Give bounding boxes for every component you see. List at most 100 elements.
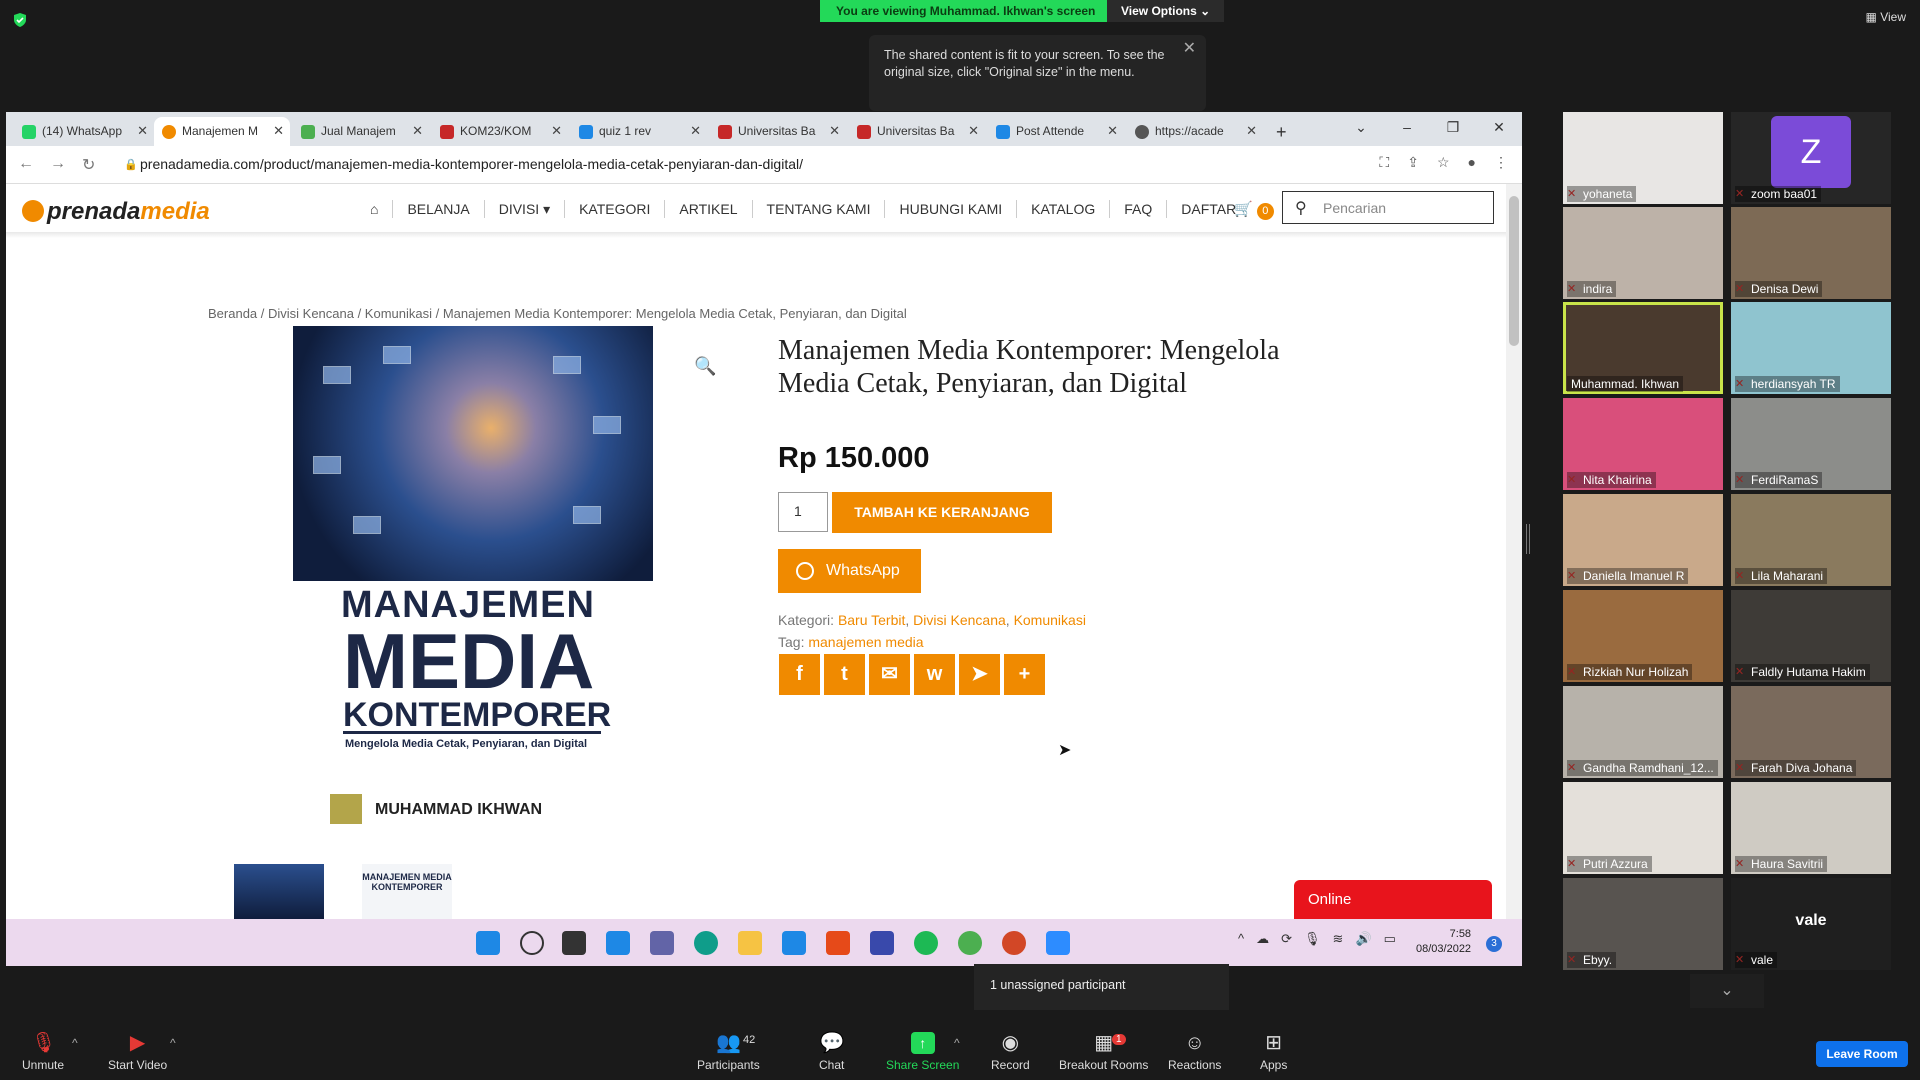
- kategori-link[interactable]: Divisi Kencana: [913, 612, 1006, 628]
- start-video-button[interactable]: ▶ Start Video: [108, 1032, 167, 1072]
- participant-tile[interactable]: Z ✕ zoom baa01: [1731, 112, 1891, 204]
- search-input[interactable]: ⚲ Pencarian: [1282, 191, 1494, 224]
- close-icon[interactable]: ✕: [1183, 40, 1196, 57]
- close-icon[interactable]: ✕: [690, 123, 701, 139]
- twitter-share-icon[interactable]: t: [824, 654, 865, 695]
- view-options-button[interactable]: View Options ⌄: [1107, 0, 1225, 22]
- nav-tentang-kami[interactable]: TENTANG KAMI: [753, 200, 886, 218]
- more-share-icon[interactable]: +: [1004, 654, 1045, 695]
- new-tab-button[interactable]: +: [1268, 115, 1298, 144]
- chrome-icon[interactable]: [958, 931, 982, 955]
- bookmark-star-icon[interactable]: ☆: [1437, 154, 1450, 171]
- quantity-field[interactable]: 1: [778, 492, 828, 532]
- participant-tile[interactable]: ✕ Daniella Imanuel R: [1563, 494, 1723, 586]
- record-button[interactable]: ◉ Record: [991, 1032, 1030, 1072]
- breakout-rooms-button[interactable]: ▦ Breakout Rooms: [1059, 1032, 1148, 1072]
- prenadamedia-logo[interactable]: prenadamedia: [22, 198, 210, 226]
- reactions-button[interactable]: ☺ Reactions: [1168, 1032, 1221, 1072]
- battery-icon[interactable]: ▭: [1384, 931, 1396, 947]
- url-field[interactable]: 🔒 prenadamedia.com/product/manajemen-medi…: [116, 152, 1346, 178]
- book-cover-image[interactable]: MANAJEMEN MEDIA KONTEMPORER Mengelola Me…: [293, 326, 653, 846]
- add-to-cart-button[interactable]: TAMBAH KE KERANJANG: [832, 492, 1052, 533]
- gallery-thumbnail[interactable]: [234, 864, 324, 919]
- whatsapp-button[interactable]: WhatsApp: [778, 549, 921, 593]
- minimize-icon[interactable]: –: [1384, 112, 1430, 146]
- teams-chat-icon[interactable]: [650, 931, 674, 955]
- nav-divisi[interactable]: DIVISI ▾: [485, 200, 566, 218]
- restore-icon[interactable]: ❐: [1430, 112, 1476, 146]
- tab-search-icon[interactable]: ⌄: [1338, 112, 1384, 146]
- telegram-share-icon[interactable]: ➤: [959, 654, 1000, 695]
- wifi-icon[interactable]: ≋: [1333, 931, 1344, 947]
- volume-icon[interactable]: 🔊: [1355, 931, 1371, 947]
- menu-dots-icon[interactable]: ⋮: [1494, 154, 1508, 171]
- magnifier-icon[interactable]: 🔍: [694, 356, 716, 377]
- visual-studio-icon[interactable]: [870, 931, 894, 955]
- close-window-icon[interactable]: ✕: [1476, 112, 1522, 146]
- nav-katalog[interactable]: KATALOG: [1017, 200, 1111, 218]
- page-scrollbar[interactable]: [1506, 184, 1522, 919]
- sync-icon[interactable]: ⟳: [1281, 931, 1292, 947]
- participant-tile[interactable]: ✕ Gandha Ramdhani_12...: [1563, 686, 1723, 778]
- close-icon[interactable]: ✕: [412, 123, 423, 139]
- file-explorer-icon[interactable]: [738, 931, 762, 955]
- search-icon[interactable]: [520, 931, 544, 955]
- close-icon[interactable]: ✕: [273, 123, 284, 139]
- chevron-up-icon[interactable]: ^: [954, 1036, 960, 1050]
- gallery-thumbnail[interactable]: MANAJEMEN MEDIA KONTEMPORER: [362, 864, 452, 919]
- taskbar-clock[interactable]: 7:58 08/03/2022: [1416, 927, 1471, 957]
- browser-tab[interactable]: KOM23/KOM ✕: [432, 117, 568, 146]
- share-screen-button[interactable]: ↑ Share Screen: [886, 1032, 959, 1072]
- whatsapp-share-icon[interactable]: w: [914, 654, 955, 695]
- close-icon[interactable]: ✕: [1246, 123, 1257, 139]
- chevron-up-icon[interactable]: ^: [170, 1036, 176, 1050]
- online-chat-button[interactable]: Online: [1294, 880, 1492, 919]
- home-icon[interactable]: ⌂: [356, 200, 394, 218]
- participant-tile[interactable]: ✕ Putri Azzura: [1563, 782, 1723, 874]
- chevron-up-icon[interactable]: ^: [1238, 931, 1244, 947]
- share-icon[interactable]: ⇪: [1407, 154, 1419, 171]
- view-button[interactable]: ▦ View: [1866, 10, 1906, 24]
- profile-avatar-icon[interactable]: ●: [1468, 154, 1476, 171]
- close-icon[interactable]: ✕: [1107, 123, 1118, 139]
- notification-badge[interactable]: 3: [1486, 936, 1502, 952]
- browser-tab[interactable]: https://acade ✕: [1127, 117, 1263, 146]
- close-icon[interactable]: ✕: [968, 123, 979, 139]
- browser-tab[interactable]: (14) WhatsApp ✕: [14, 117, 154, 146]
- reload-icon[interactable]: ↻: [82, 155, 95, 175]
- close-icon[interactable]: ✕: [551, 123, 562, 139]
- participant-tile[interactable]: ✕ Ebyy.: [1563, 878, 1723, 970]
- participant-tile[interactable]: vale ✕ vale: [1731, 878, 1891, 970]
- participant-tile[interactable]: ✕ Faldly Hutama Hakim: [1731, 590, 1891, 682]
- chevron-up-icon[interactable]: ^: [72, 1036, 78, 1050]
- zoom-icon[interactable]: [1046, 931, 1070, 955]
- browser-tab[interactable]: Universitas Ba ✕: [710, 117, 846, 146]
- microphone-icon[interactable]: 🎙: [1304, 931, 1321, 947]
- facebook-share-icon[interactable]: f: [779, 654, 820, 695]
- office-icon[interactable]: [826, 931, 850, 955]
- participant-tile[interactable]: ✕ Farah Diva Johana: [1731, 686, 1891, 778]
- scrollbar-thumb[interactable]: [1509, 196, 1519, 346]
- participant-tile[interactable]: ✕ Nita Khairina: [1563, 398, 1723, 490]
- powerpoint-icon[interactable]: [1002, 931, 1026, 955]
- chat-button[interactable]: 💬 Chat: [819, 1032, 845, 1072]
- chevron-down-icon[interactable]: ⌄: [1690, 974, 1764, 1008]
- participant-tile[interactable]: ✕ FerdiRamaS: [1731, 398, 1891, 490]
- back-icon[interactable]: ←: [18, 155, 34, 173]
- close-icon[interactable]: ✕: [137, 123, 148, 139]
- apps-button[interactable]: ⊞ Apps: [1260, 1032, 1287, 1072]
- unmute-button[interactable]: 🎙 Unmute: [22, 1032, 64, 1072]
- nav-faq[interactable]: FAQ: [1110, 200, 1168, 218]
- panel-resize-handle[interactable]: [1526, 524, 1530, 554]
- kategori-link[interactable]: Baru Terbit: [838, 612, 905, 628]
- close-icon[interactable]: ✕: [829, 123, 840, 139]
- task-view-icon[interactable]: [562, 931, 586, 955]
- mail-icon[interactable]: [782, 931, 806, 955]
- cart-button[interactable]: 🛒 0: [1234, 200, 1274, 220]
- windows-start-icon[interactable]: [476, 931, 500, 955]
- participant-tile[interactable]: ✕ Lila Maharani: [1731, 494, 1891, 586]
- participant-tile[interactable]: ✕ indira: [1563, 207, 1723, 299]
- widgets-icon[interactable]: [606, 931, 630, 955]
- spotify-icon[interactable]: [914, 931, 938, 955]
- edge-icon[interactable]: [694, 931, 718, 955]
